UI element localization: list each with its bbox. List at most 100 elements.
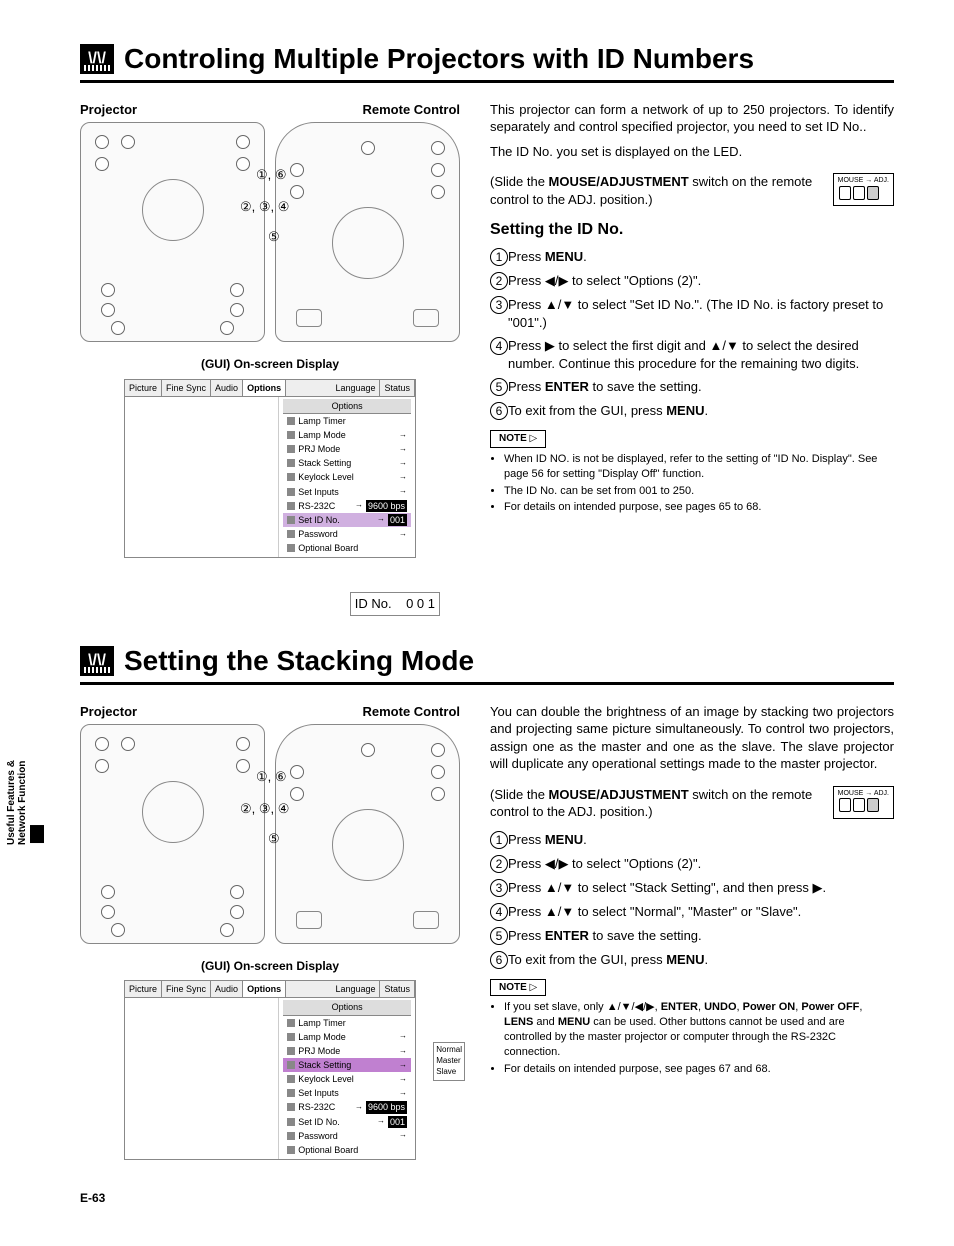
opt-item: Password	[298, 528, 338, 540]
opt-item: PRJ Mode	[298, 443, 340, 455]
step-num: 4	[490, 903, 508, 921]
gui-title-1: (GUI) On-screen Display	[80, 356, 460, 372]
callout-5: ⑤	[268, 830, 280, 848]
step-num: 5	[490, 378, 508, 396]
side-tab: Useful Features & Network Function	[6, 760, 46, 845]
note-list-1: When ID NO. is not be displayed, refer t…	[490, 452, 894, 515]
diag-remote-label: Remote Control	[363, 101, 461, 119]
gui-tab: Fine Sync	[162, 981, 211, 997]
step-txt: Press ▶ to select the first digit and ▲/…	[508, 337, 894, 372]
opt-item: Optional Board	[298, 1144, 358, 1156]
opt-item: Lamp Mode	[298, 429, 346, 441]
note-item: For details on intended purpose, see pag…	[504, 1062, 894, 1077]
intro2-p1: You can double the brightness of an imag…	[490, 703, 894, 773]
opt-item: Set Inputs	[298, 1087, 339, 1099]
gui-tab: Audio	[211, 981, 243, 997]
gui-tab-selected: Options	[243, 380, 286, 396]
step-txt: Press ▲/▼ to select "Stack Setting", and…	[508, 879, 894, 897]
opt-item: Password	[298, 1130, 338, 1142]
opt-item: Lamp Timer	[298, 1017, 346, 1029]
gui-tab: Picture	[125, 981, 162, 997]
network-icon: \/\/	[80, 44, 114, 74]
gui-title-2: (GUI) On-screen Display	[80, 958, 460, 974]
intro-p1: This projector can form a network of up …	[490, 101, 894, 136]
step-num: 4	[490, 337, 508, 355]
note-item: If you set slave, only ▲/▼/◀/▶, ENTER, U…	[504, 1000, 894, 1059]
gui-window-1: Picture Fine Sync Audio Options Language…	[124, 379, 416, 559]
opt-item: Optional Board	[298, 542, 358, 554]
step-txt: To exit from the GUI, press MENU.	[508, 402, 894, 420]
callout-2-3-4: ②, ③, ④	[240, 800, 289, 818]
id-popup: ID No. 0 0 1	[350, 592, 440, 616]
options-header: Options	[283, 1000, 411, 1015]
step-num: 6	[490, 402, 508, 420]
note-label: NOTE	[490, 979, 546, 997]
adj-lbl: ADJ.	[874, 790, 889, 797]
step-txt: Press ▲/▼ to select "Normal", "Master" o…	[508, 903, 894, 921]
stack-submenu: Normal Master Slave	[433, 1042, 465, 1080]
remote-box-illustration	[275, 724, 460, 944]
callout-5: ⑤	[268, 228, 280, 246]
opt-item: Set Inputs	[298, 486, 339, 498]
step-num: 5	[490, 927, 508, 945]
sub-item: Master	[436, 1056, 462, 1067]
step-txt: Press MENU.	[508, 831, 894, 849]
mouse-adj-icon: MOUSE → ADJ.	[833, 173, 894, 206]
diag-projector-label: Projector	[80, 703, 137, 721]
page-number: E-63	[80, 1190, 894, 1206]
step-num: 1	[490, 248, 508, 266]
opt-item: Lamp Mode	[298, 1031, 346, 1043]
projector-box-illustration	[80, 122, 265, 342]
diag-remote-label: Remote Control	[363, 703, 461, 721]
step-txt: Press ◀/▶ to select "Options (2)".	[508, 272, 894, 290]
step-txt: Press MENU.	[508, 248, 894, 266]
opt-item: Stack Setting	[298, 457, 351, 469]
popup-label: ID No.	[355, 596, 392, 611]
opt-item: Set ID No.	[298, 1116, 340, 1128]
mouse-lbl: MOUSE	[838, 177, 864, 184]
gui-tab: Audio	[211, 380, 243, 396]
step-txt: Press ◀/▶ to select "Options (2)".	[508, 855, 894, 873]
opt-val: 9600 bps	[366, 1101, 407, 1113]
opt-item: Keylock Level	[298, 1073, 354, 1085]
intro-p2: The ID No. you set is displayed on the L…	[490, 143, 894, 161]
note-item: When ID NO. is not be displayed, refer t…	[504, 452, 894, 482]
step-num: 3	[490, 296, 508, 314]
side-tab-line2: Network Function	[17, 760, 28, 844]
step-num: 3	[490, 879, 508, 897]
opt-item: RS-232C	[298, 1101, 335, 1113]
gui-tab: Status	[380, 981, 415, 997]
network-icon: \/\/	[80, 646, 114, 676]
mouse-adj-text-2: (Slide the MOUSE/ADJUSTMENT switch on th…	[490, 787, 812, 820]
step-num: 1	[490, 831, 508, 849]
projector-box-illustration	[80, 724, 265, 944]
opt-item: RS-232C	[298, 500, 335, 512]
opt-item-selected: Set ID No.	[298, 514, 340, 526]
opt-val: 9600 bps	[366, 500, 407, 512]
note-item: The ID No. can be set from 001 to 250.	[504, 484, 894, 499]
mouse-adj-icon: MOUSE → ADJ.	[833, 786, 894, 819]
diag-projector-label: Projector	[80, 101, 137, 119]
callout-1-6: ①, ⑥	[256, 768, 287, 786]
sub-item: Slave	[436, 1067, 462, 1078]
opt-item: Keylock Level	[298, 471, 354, 483]
diagram-2: ①, ⑥ ②, ③, ④ ⑤	[80, 724, 460, 944]
step-txt: To exit from the GUI, press MENU.	[508, 951, 894, 969]
note-item: For details on intended purpose, see pag…	[504, 500, 894, 515]
remote-box-illustration	[275, 122, 460, 342]
opt-val: 001	[388, 514, 407, 526]
opt-item: PRJ Mode	[298, 1045, 340, 1057]
popup-value: 0 0 1	[406, 596, 435, 611]
section2-heading: \/\/ Setting the Stacking Mode	[80, 642, 894, 685]
gui-tab: Picture	[125, 380, 162, 396]
section2-title: Setting the Stacking Mode	[124, 642, 474, 680]
diagram-1: ①, ⑥ ②, ③, ④ ⑤	[80, 122, 460, 342]
callout-1-6: ①, ⑥	[256, 166, 287, 184]
step-txt: Press ▲/▼ to select "Set ID No.". (The I…	[508, 296, 894, 331]
gui-tab: Language	[331, 981, 380, 997]
section1-title: Controling Multiple Projectors with ID N…	[124, 40, 754, 78]
step-num: 2	[490, 855, 508, 873]
mouse-lbl: MOUSE	[838, 790, 864, 797]
note-list-2: If you set slave, only ▲/▼/◀/▶, ENTER, U…	[490, 1000, 894, 1076]
gui-tab: Language	[331, 380, 380, 396]
